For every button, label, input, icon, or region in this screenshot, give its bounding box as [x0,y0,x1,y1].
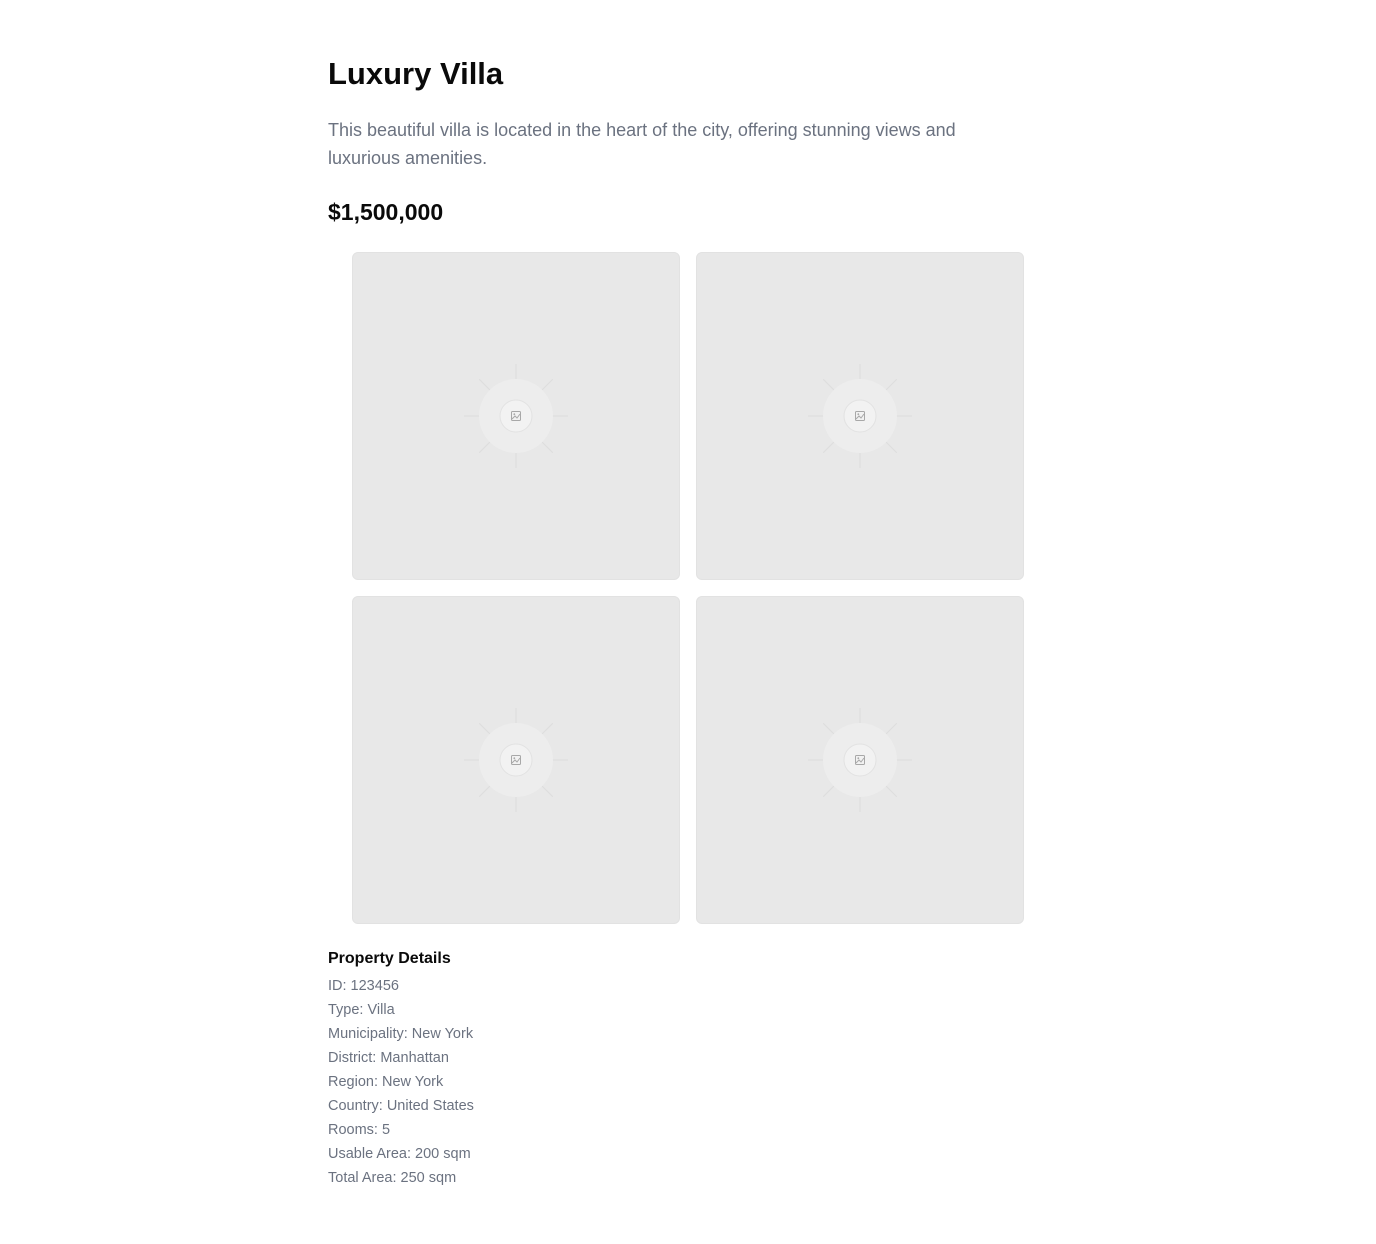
detail-municipality: Municipality: New York [328,1026,474,1042]
listing-title: Luxury Villa [328,56,504,91]
gallery-image-1[interactable] [352,252,680,580]
detail-district: District: Manhattan [328,1050,449,1066]
photo-gallery [352,252,1024,924]
gallery-image-4[interactable] [696,596,1024,924]
image-placeholder-icon [464,708,568,812]
gallery-image-2[interactable] [696,252,1024,580]
property-details: Property Details ID: 123456 Type: Villa … [328,946,1024,1190]
detail-region: Region: New York [328,1074,444,1090]
image-placeholder-icon [808,364,912,468]
detail-type: Type: Villa [328,1002,395,1018]
listing-description: This beautiful villa is located in the h… [328,120,956,168]
gallery-image-3[interactable] [352,596,680,924]
image-placeholder-icon [464,364,568,468]
detail-rooms: Rooms: 5 [328,1122,391,1138]
listing-price: $1,500,000 [328,199,444,225]
image-placeholder-icon [808,708,912,812]
detail-usable-area: Usable Area: 200 sqm [328,1146,471,1162]
property-details-list: ID: 123456 Type: Villa Municipality: New… [328,974,1024,1190]
detail-country: Country: United States [328,1098,474,1114]
property-details-heading: Property Details [328,950,451,967]
detail-total-area: Total Area: 250 sqm [328,1170,457,1186]
detail-id: ID: 123456 [328,978,399,994]
